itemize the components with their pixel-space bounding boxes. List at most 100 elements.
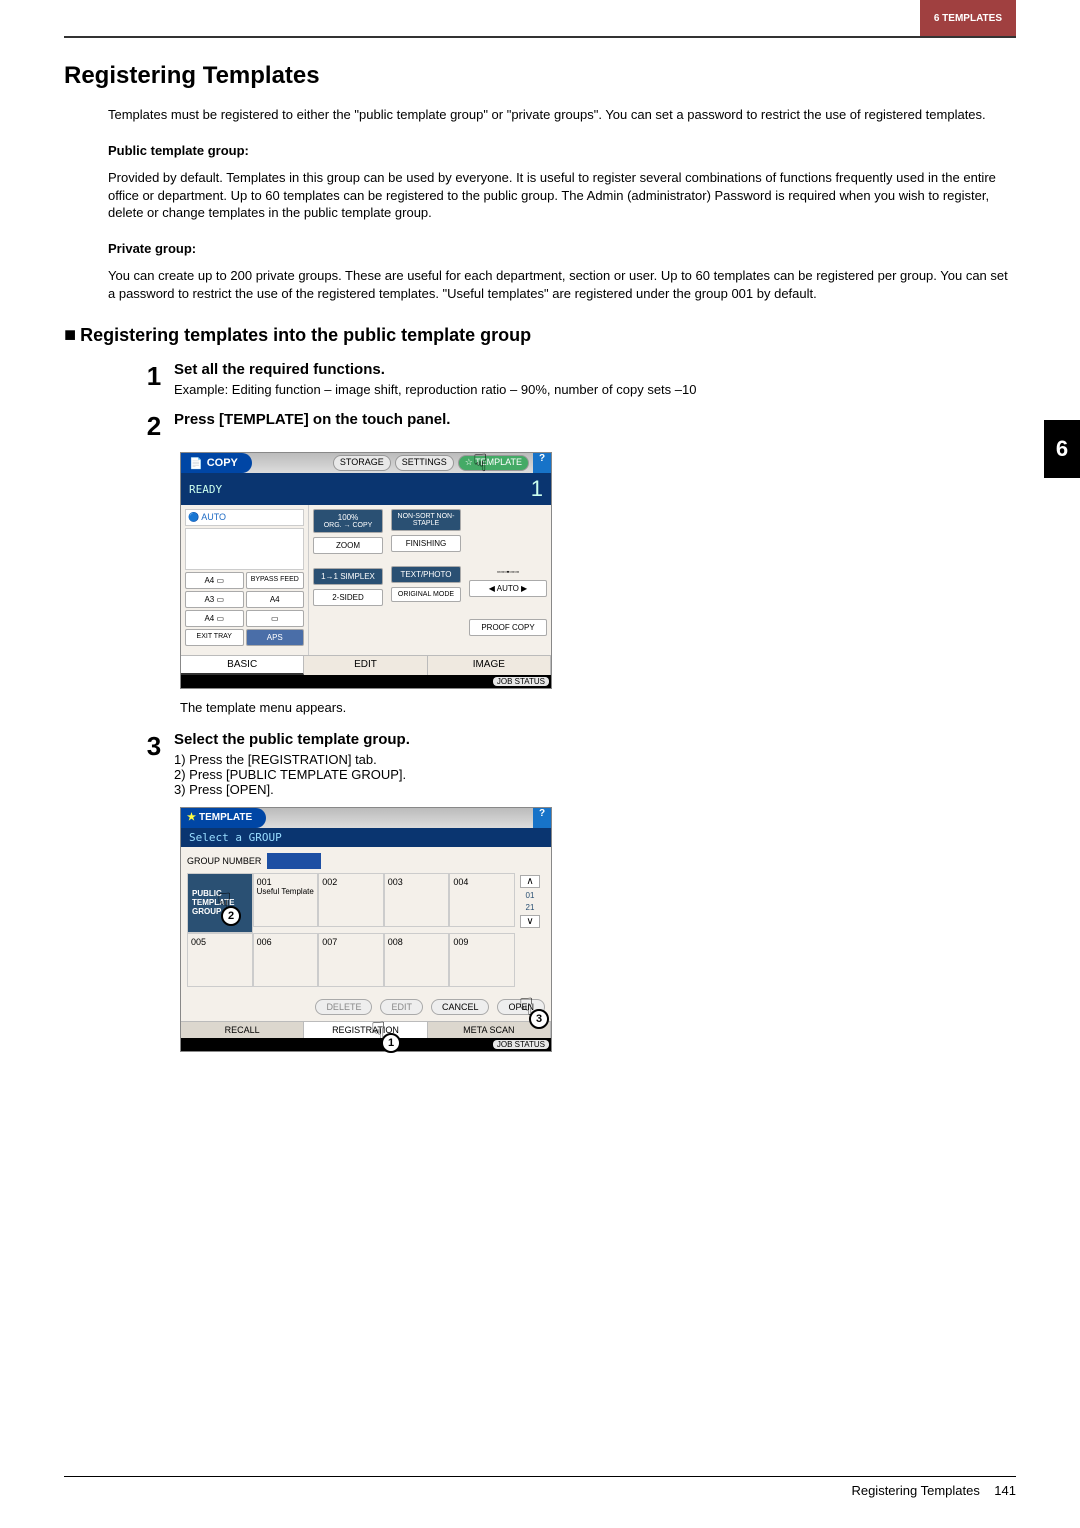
edit-button[interactable]: EDIT xyxy=(380,999,423,1015)
copy-count: 1 xyxy=(531,476,543,502)
step-1-title: Set all the required functions. xyxy=(174,361,1016,378)
tab-image[interactable]: IMAGE xyxy=(428,656,551,675)
group-001-num: 001 xyxy=(257,877,315,887)
section-heading: ■ Registering templates into the public … xyxy=(64,324,1016,347)
finishing-button[interactable]: FINISHING xyxy=(391,535,461,552)
tmpl-job-status-button[interactable]: JOB STATUS xyxy=(493,1040,549,1049)
template-title-text: TEMPLATE xyxy=(199,812,252,823)
group-001-text: Useful Template xyxy=(257,887,315,896)
auto-label[interactable]: 🔵 AUTO xyxy=(185,509,304,526)
page-up-button[interactable]: ∧ xyxy=(520,875,540,888)
private-group-text: You can create up to 200 private groups.… xyxy=(108,267,1016,302)
section-heading-text: Registering templates into the public te… xyxy=(80,325,531,346)
tab-recall[interactable]: RECALL xyxy=(181,1022,304,1038)
group-005[interactable]: 005 xyxy=(187,933,253,987)
step-3-sub3: 3) Press [OPEN]. xyxy=(174,782,1016,797)
step-2-title: Press [TEMPLATE] on the touch panel. xyxy=(174,411,1016,428)
template-title: ★ TEMPLATE xyxy=(181,808,266,828)
group-005-num: 005 xyxy=(191,937,249,947)
step-num-2: 2 xyxy=(134,411,174,442)
tab-edit[interactable]: EDIT xyxy=(304,656,427,675)
tab-basic[interactable]: BASIC xyxy=(181,656,304,675)
copy-title-text: COPY xyxy=(207,457,238,469)
settings-button[interactable]: SETTINGS xyxy=(395,455,454,471)
callout-3: 3 xyxy=(529,1009,549,1029)
tab-registration[interactable]: REGISTRATION xyxy=(304,1022,427,1038)
help-button[interactable]: ? xyxy=(533,453,551,473)
delete-button[interactable]: DELETE xyxy=(315,999,372,1015)
tray-a4-1-label: A4 xyxy=(204,576,214,585)
copy-title: 📄 COPY xyxy=(181,453,252,473)
group-004[interactable]: 004 xyxy=(449,873,515,927)
tmpl-help-button[interactable]: ? xyxy=(533,808,551,828)
footer-page: 141 xyxy=(994,1483,1016,1498)
template-panel-screenshot: ★ TEMPLATE ? Select a GROUP GROUP NUMBER xyxy=(180,807,1016,1052)
step-3-title: Select the public template group. xyxy=(174,731,1016,748)
callout-2: 2 xyxy=(221,906,241,926)
auto-text: AUTO xyxy=(201,512,226,522)
nonsort-cell[interactable]: NON-SORT NON-STAPLE xyxy=(391,509,461,531)
group-008-num: 008 xyxy=(388,937,446,947)
ratio-cell[interactable]: 100% ORG. → COPY xyxy=(313,509,383,533)
public-group-heading: Public template group: xyxy=(108,142,1016,160)
job-status-button[interactable]: JOB STATUS xyxy=(493,677,549,686)
private-group-heading: Private group: xyxy=(108,240,1016,258)
copy-panel-screenshot: 📄 COPY STORAGE SETTINGS ☆ TEMPLATE ? REA… xyxy=(180,452,1016,717)
group-009-num: 009 xyxy=(453,937,511,947)
cancel-button[interactable]: CANCEL xyxy=(431,999,490,1015)
page-range-1: 01 xyxy=(526,891,535,900)
star-icon: ★ xyxy=(187,812,196,823)
group-009[interactable]: 009 xyxy=(449,933,515,987)
twosided-button[interactable]: 2-SIDED xyxy=(313,589,383,606)
page-down-button[interactable]: ∨ xyxy=(520,915,540,928)
step-num-1: 1 xyxy=(134,361,174,397)
header-section-tag: 6 TEMPLATES xyxy=(920,0,1016,36)
group-006[interactable]: 006 xyxy=(253,933,319,987)
group-008[interactable]: 008 xyxy=(384,933,450,987)
page-range-2: 21 xyxy=(526,903,535,912)
group-number-input[interactable] xyxy=(267,853,321,869)
group-007[interactable]: 007 xyxy=(318,933,384,987)
preview-area xyxy=(185,528,304,570)
originalmode-button[interactable]: ORIGINAL MODE xyxy=(391,587,461,602)
aps-button[interactable]: APS xyxy=(246,629,305,646)
step-num-3: 3 xyxy=(134,731,174,797)
tray-a3-label: A3 xyxy=(204,595,214,604)
auto-density-label: AUTO xyxy=(497,584,519,593)
ratio-value: 100% xyxy=(315,513,381,522)
step-2: 2 Press [TEMPLATE] on the touch panel. xyxy=(134,411,1016,442)
step-1: 1 Set all the required functions. Exampl… xyxy=(134,361,1016,397)
callout-1: 1 xyxy=(381,1033,401,1053)
tray-a4-1[interactable]: A4 ▭ xyxy=(185,572,244,589)
page-footer: Registering Templates 141 xyxy=(64,1476,1016,1498)
group-006-num: 006 xyxy=(257,937,315,947)
square-bullet-icon: ■ xyxy=(64,324,76,347)
storage-button[interactable]: STORAGE xyxy=(333,455,391,471)
footer-title: Registering Templates xyxy=(851,1483,979,1498)
chapter-tab: 6 xyxy=(1044,420,1080,478)
group-003[interactable]: 003 xyxy=(384,873,450,927)
step-3-sub1: 1) Press the [REGISTRATION] tab. xyxy=(174,752,1016,767)
auto-density-button[interactable]: ◀ AUTO ▶ xyxy=(469,580,547,597)
group-number-label: GROUP NUMBER xyxy=(187,856,261,866)
tray-a3[interactable]: A3 ▭ xyxy=(185,591,244,608)
bypass-button[interactable]: BYPASS FEED xyxy=(246,572,305,589)
pointer-hand-icon: ☟ xyxy=(473,449,501,477)
tray-extra[interactable]: ▭ xyxy=(246,610,305,627)
zoom-button[interactable]: ZOOM xyxy=(313,537,383,554)
textphoto-cell[interactable]: TEXT/PHOTO xyxy=(391,566,461,583)
template-subtitle: Select a GROUP xyxy=(181,828,551,847)
public-group-text: Provided by default. Templates in this g… xyxy=(108,169,1016,222)
orgcopy-label: ORG. → COPY xyxy=(315,522,381,529)
intro-text: Templates must be registered to either t… xyxy=(108,106,1016,124)
group-004-num: 004 xyxy=(453,877,511,887)
group-002[interactable]: 002 xyxy=(318,873,384,927)
tray-a4-2[interactable]: A4 ▭ xyxy=(185,610,244,627)
step-1-text: Example: Editing function – image shift,… xyxy=(174,382,1016,397)
tray-a4-3[interactable]: A4 xyxy=(246,591,305,608)
exit-tray-button[interactable]: EXIT TRAY xyxy=(185,629,244,646)
group-001[interactable]: 001 Useful Template xyxy=(253,873,319,927)
step-3: 3 Select the public template group. 1) P… xyxy=(134,731,1016,797)
simplex-cell[interactable]: 1→1 SIMPLEX xyxy=(313,568,383,585)
proof-copy-button[interactable]: PROOF COPY xyxy=(469,619,547,636)
